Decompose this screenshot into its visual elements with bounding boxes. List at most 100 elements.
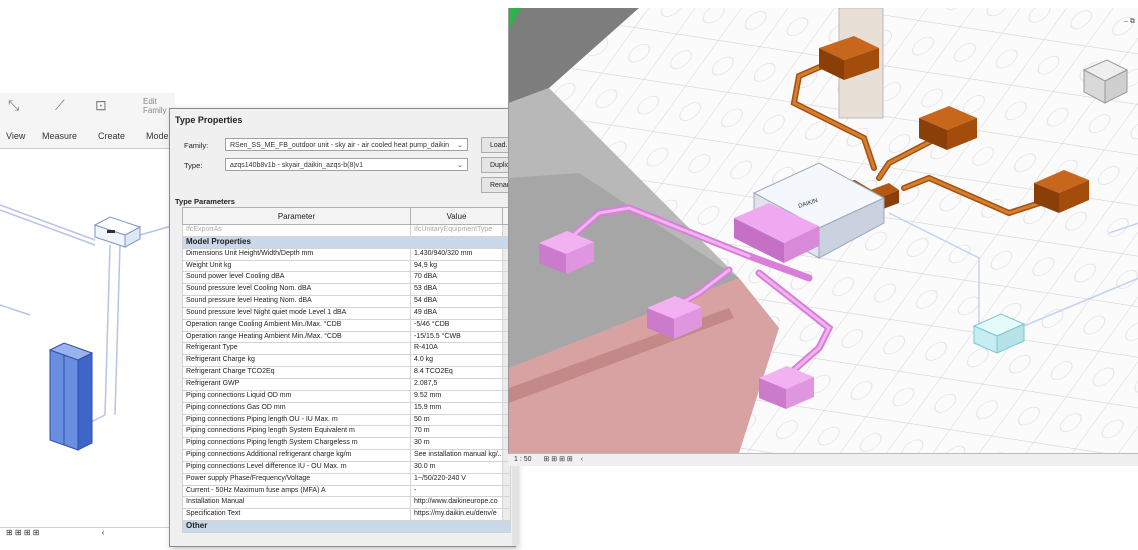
right-3d-view[interactable]: – ⧉ DAIKIN — [508, 8, 1138, 453]
param-name: Piping connections Liquid OD mm — [182, 389, 411, 403]
table-row[interactable]: Sound pressure level Cooling Nom. dBA 53 … — [182, 283, 511, 297]
table-row[interactable]: Piping connections Liquid OD mm 9.52 mm — [182, 389, 511, 403]
param-name: Sound pressure level Night quiet mode Le… — [182, 306, 411, 320]
param-value[interactable]: IfcUnitaryEquipmentType — [410, 224, 503, 237]
param-name: Specification Text — [182, 508, 411, 522]
param-value[interactable]: 50 m — [410, 413, 503, 427]
type-select[interactable]: azqs140b8v1b - skyair_daikin_azqs-b(8)v1… — [225, 158, 468, 171]
table-row[interactable]: Dimensions Unit Height/Width/Depth mm 1.4… — [182, 247, 511, 261]
table-row[interactable]: Piping connections Piping length OU - IU… — [182, 413, 511, 427]
param-value[interactable]: http://www.daikineurope.co — [410, 496, 503, 510]
family-select[interactable]: RSen_SS_ME_FB_outdoor unit - sky air - a… — [225, 138, 468, 151]
view-control-icons[interactable]: ⊞ ⊞ ⊞ ⊞ — [543, 456, 572, 463]
param-name: Piping connections Piping length System … — [182, 437, 411, 451]
table-row[interactable]: Current - 50Hz Maximum fuse amps (MFA) A… — [182, 484, 511, 498]
chevron-down-icon: ⌄ — [457, 162, 463, 169]
measure-icon[interactable]: ⟋ — [55, 97, 65, 114]
table-row[interactable]: Refrigerant Charge kg 4.0 kg — [182, 354, 511, 368]
param-value[interactable]: 53 dBA — [410, 283, 503, 297]
param-value[interactable]: 1.430/940/320 mm — [410, 247, 503, 261]
scroll-left-icon[interactable]: ‹ — [102, 528, 105, 537]
ribbon-tab-view[interactable]: View — [6, 131, 25, 141]
param-value[interactable]: -15/15.5 °CWB — [410, 330, 503, 344]
param-name: Refrigerant Charge TCO2Eq — [182, 366, 411, 379]
param-name: Power supply Phase/Frequency/Voltage — [182, 472, 411, 486]
indoor-unit-left — [93, 216, 142, 248]
param-value[interactable]: 49 dBA — [410, 306, 503, 320]
param-value[interactable]: 9.52 mm — [410, 389, 503, 403]
window-controls-icon[interactable]: – ⧉ — [1124, 18, 1135, 25]
table-row[interactable]: IfcExportAs IfcUnitaryEquipmentType — [182, 224, 511, 237]
table-row[interactable]: Sound pressure level Heating Nom. dBA 54 … — [182, 295, 511, 308]
param-value[interactable]: 70 dBA — [410, 271, 503, 285]
table-row[interactable]: Weight Unit kg 94,9 kg — [182, 259, 511, 273]
chevron-down-icon: ⌄ — [457, 142, 463, 149]
param-value[interactable]: - — [410, 484, 503, 498]
param-value[interactable]: 30.0 m — [410, 460, 503, 474]
table-row[interactable]: Operation range Cooling Ambient Min./Max… — [182, 318, 511, 332]
param-value[interactable]: 54 dBA — [410, 295, 503, 308]
param-name: Piping connections Piping length System … — [182, 425, 411, 439]
param-name: Installation Manual — [182, 496, 411, 510]
table-row[interactable]: Sound pressure level Night quiet mode Le… — [182, 306, 511, 320]
modify-icon[interactable]: ⤡ — [8, 97, 19, 114]
ribbon-panel: ⤡ ⟋ ⊡ Edit Family View Measure Create Mo… — [0, 93, 175, 149]
scroll-left-icon[interactable]: ‹ — [581, 456, 583, 463]
param-value[interactable]: 2.087,5 — [410, 377, 503, 391]
param-name: IfcExportAs — [182, 224, 411, 237]
param-name: Weight Unit kg — [182, 259, 411, 273]
left-status-bar: ⊞ ⊞ ⊞ ⊞ ‹ — [0, 527, 170, 542]
param-name: Sound pressure level Heating Nom. dBA — [182, 295, 411, 308]
type-label: Type: — [184, 161, 203, 170]
param-name: Current - 50Hz Maximum fuse amps (MFA) A — [182, 484, 411, 498]
param-name: Sound power level Cooling dBA — [182, 271, 411, 285]
table-row[interactable]: Piping connections Gas OD mm 15.9 mm — [182, 401, 511, 415]
table-row[interactable]: Power supply Phase/Frequency/Voltage 1~/5… — [182, 472, 511, 486]
create-icon[interactable]: ⊡ — [95, 97, 107, 114]
param-value[interactable]: 15.9 mm — [410, 401, 503, 415]
ribbon-tab-mode[interactable]: Mode — [146, 131, 169, 141]
table-row[interactable]: Refrigerant Type R-410A — [182, 342, 511, 356]
ribbon-tab-create[interactable]: Create — [98, 131, 125, 141]
param-value[interactable]: See installation manual kg/... — [410, 449, 503, 462]
table-row[interactable]: Piping connections Piping length System … — [182, 425, 511, 439]
param-name: Piping connections Piping length OU - IU… — [182, 413, 411, 427]
param-name: Sound pressure level Cooling Nom. dBA — [182, 283, 411, 297]
param-value[interactable]: 30 m — [410, 437, 503, 451]
column-header-parameter[interactable]: Parameter — [182, 207, 411, 225]
param-name: Piping connections Additional refrigeran… — [182, 449, 411, 462]
param-value[interactable]: R-410A — [410, 342, 503, 356]
table-row[interactable]: Piping connections Additional refrigeran… — [182, 449, 511, 462]
type-properties-dialog: Type Properties Family: RSen_SS_ME_FB_ou… — [169, 108, 521, 547]
param-value[interactable]: 8.4 TCO2Eq — [410, 366, 503, 379]
table-row[interactable]: Operation range Heating Ambient Min./Max… — [182, 330, 511, 344]
family-select-value: RSen_SS_ME_FB_outdoor unit - sky air - a… — [230, 142, 450, 149]
table-row[interactable]: Sound power level Cooling dBA 70 dBA — [182, 271, 511, 285]
view-control-bar: 1 : 50 ⊞ ⊞ ⊞ ⊞ ‹ — [508, 453, 1138, 466]
table-row[interactable]: Piping connections Piping length System … — [182, 437, 511, 451]
table-row[interactable]: Refrigerant GWP 2.087,5 — [182, 377, 511, 391]
table-row[interactable]: Refrigerant Charge TCO2Eq 8.4 TCO2Eq — [182, 366, 511, 379]
param-name: Operation range Cooling Ambient Min./Max… — [182, 318, 411, 332]
ribbon-tab-measure[interactable]: Measure — [42, 131, 77, 141]
param-value[interactable]: https://my.daikin.eu/denv/e — [410, 508, 503, 522]
param-name: Piping connections Gas OD mm — [182, 401, 411, 415]
param-value[interactable]: 1~/50/220-240 V — [410, 472, 503, 486]
view-control-icons[interactable]: ⊞ ⊞ ⊞ ⊞ — [6, 528, 39, 537]
param-name: Piping connections Level difference IU -… — [182, 460, 411, 474]
dialog-title: Type Properties — [175, 115, 243, 125]
param-value[interactable]: 70 m — [410, 425, 503, 439]
table-row[interactable]: Specification Text https://my.daikin.eu/d… — [182, 508, 511, 522]
table-row[interactable]: Installation Manual http://www.daikineuro… — [182, 496, 511, 510]
param-value[interactable]: 4.0 kg — [410, 354, 503, 368]
group-header-other[interactable]: Other — [182, 520, 511, 533]
param-value[interactable]: 94,9 kg — [410, 259, 503, 273]
view-scale[interactable]: 1 : 50 — [514, 456, 532, 463]
param-value[interactable]: -5/46 °CDB — [410, 318, 503, 332]
type-parameters-label: Type Parameters — [175, 197, 235, 206]
table-row[interactable]: Piping connections Level difference IU -… — [182, 460, 511, 474]
family-label: Family: — [184, 141, 209, 150]
outdoor-unit-left — [48, 342, 94, 451]
column-header-value[interactable]: Value — [410, 207, 503, 225]
group-header-model-properties[interactable]: Model Properties — [182, 235, 511, 249]
